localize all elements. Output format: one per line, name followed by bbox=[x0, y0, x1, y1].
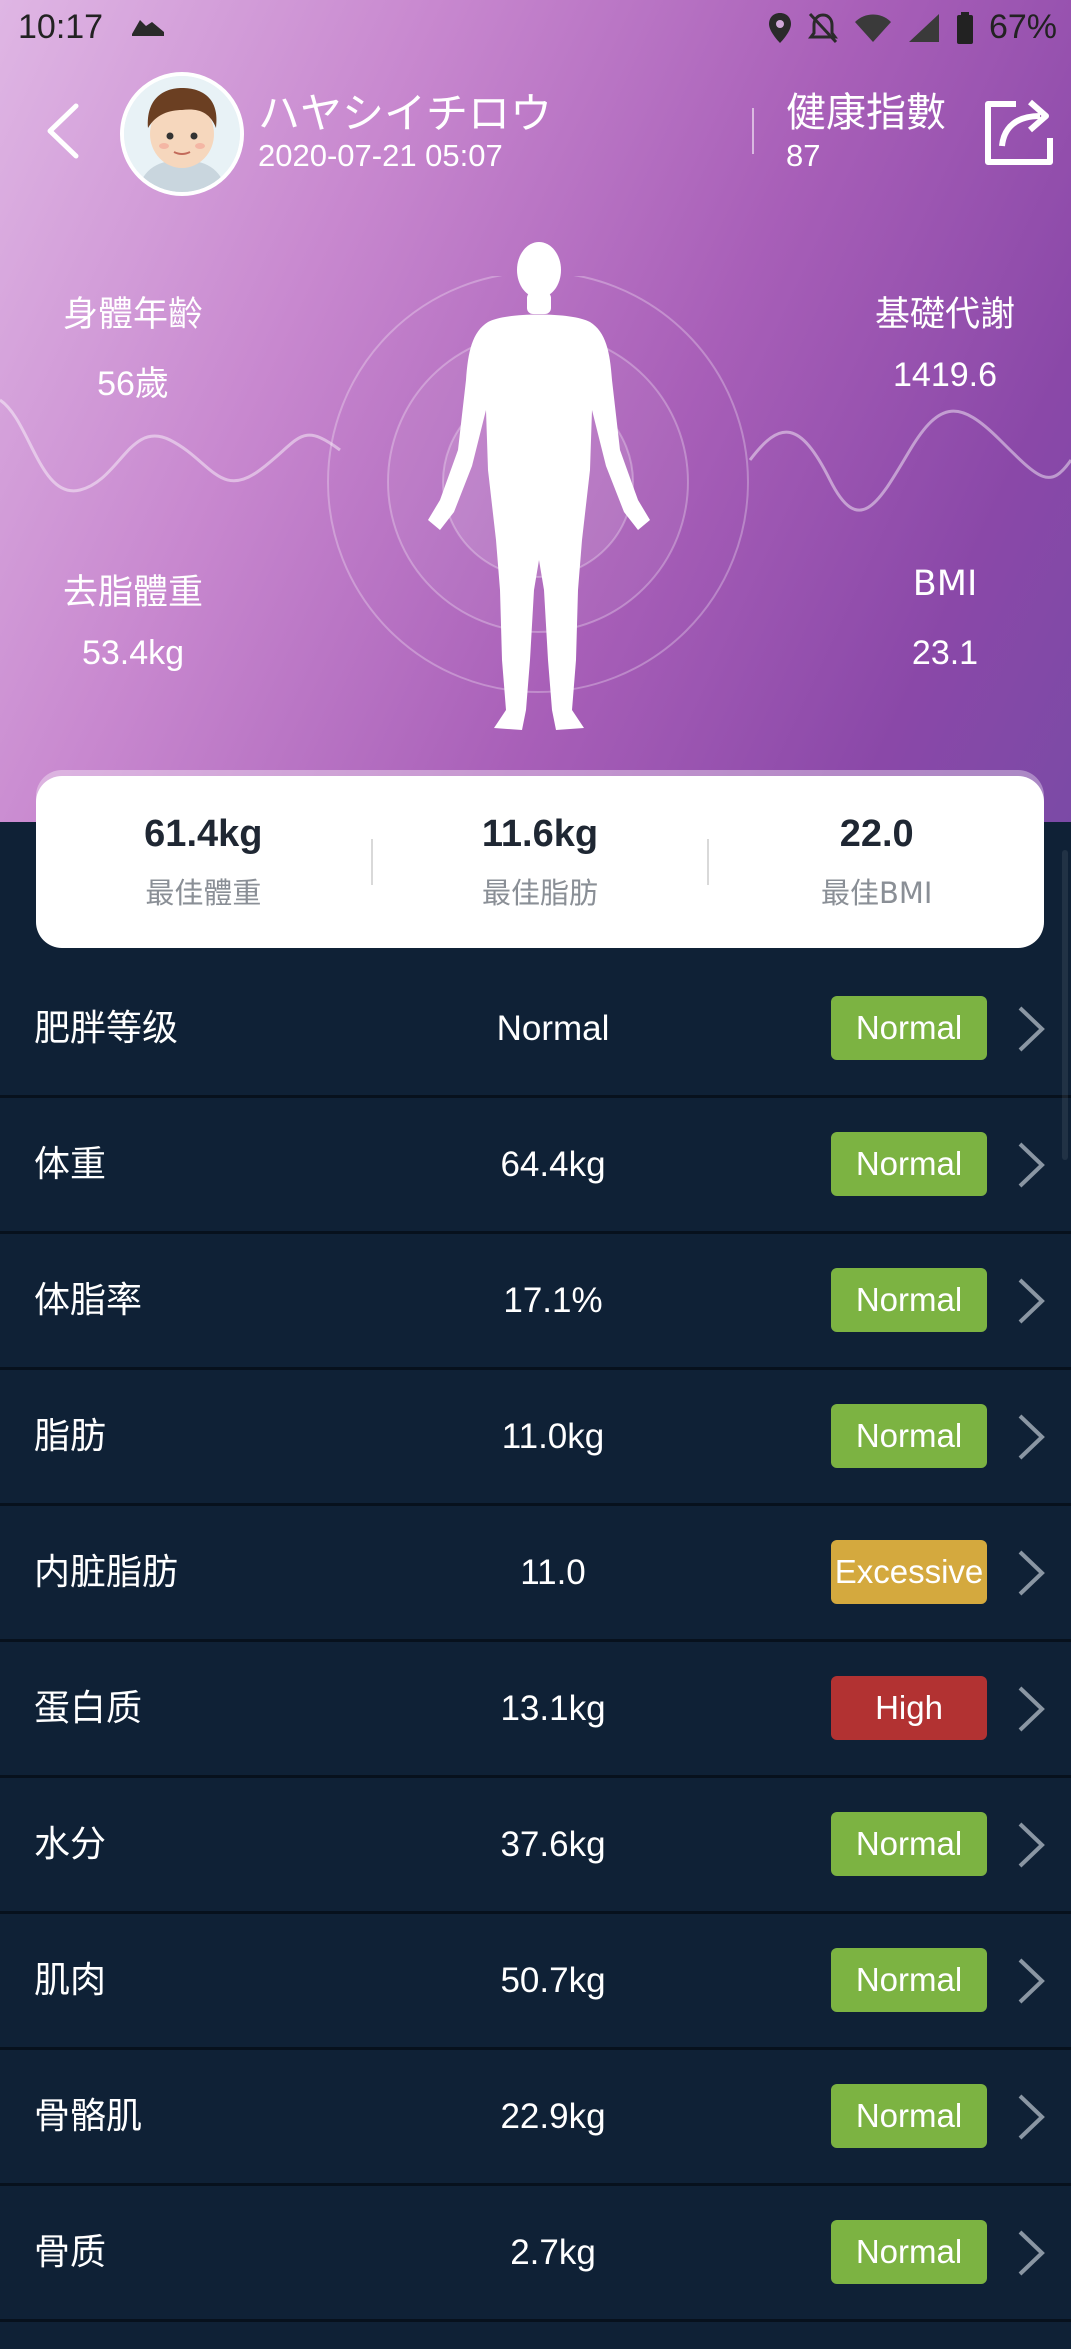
row-value: 11.0 bbox=[520, 1553, 586, 1592]
list-item[interactable]: 肌肉 50.7kg Normal bbox=[0, 1914, 1071, 2050]
list-item[interactable]: 脂肪 11.0kg Normal bbox=[0, 1370, 1071, 1506]
row-label: 骨质 bbox=[34, 2232, 107, 2273]
status-badge: Normal bbox=[831, 1268, 987, 1332]
row-label: 水分 bbox=[34, 1824, 107, 1865]
summary-label: 最佳體重 bbox=[145, 875, 262, 910]
summary-card: 61.4kg 最佳體重 11.6kg 最佳脂肪 22.0 最佳BMI bbox=[36, 776, 1044, 948]
chevron-right-icon[interactable] bbox=[1014, 1140, 1048, 1190]
body-age-label: 身體年齡 bbox=[62, 295, 203, 335]
lean-mass-value: 53.4kg bbox=[81, 634, 185, 672]
summary-label: 最佳BMI bbox=[820, 875, 933, 910]
screen: 10:17 67% ハヤシイチロウ 2020-07-21 05:07 健康指數 … bbox=[0, 0, 1071, 2349]
chevron-right-icon[interactable] bbox=[1014, 1820, 1048, 1870]
summary-best-weight: 61.4kg 最佳體重 bbox=[36, 813, 371, 912]
row-label: 内脏脂肪 bbox=[34, 1552, 179, 1593]
status-badge: Normal bbox=[831, 1812, 987, 1876]
row-value: 2.7kg bbox=[510, 2233, 596, 2272]
list-item[interactable]: 水分 37.6kg Normal bbox=[0, 1778, 1071, 1914]
list-item[interactable]: 蛋白质 13.1kg High bbox=[0, 1642, 1071, 1778]
body-silhouette-icon bbox=[428, 242, 650, 730]
chevron-right-icon[interactable] bbox=[1014, 1956, 1048, 2006]
chevron-right-icon[interactable] bbox=[1014, 1412, 1048, 1462]
row-value: 50.7kg bbox=[500, 1961, 606, 2000]
avatar-image bbox=[124, 76, 240, 192]
status-badge: Normal bbox=[831, 996, 987, 1060]
bmi-value: 23.1 bbox=[911, 634, 979, 672]
back-button[interactable] bbox=[36, 96, 96, 166]
row-label: 体脂率 bbox=[34, 1280, 143, 1321]
bmi-label: BMI bbox=[912, 564, 978, 604]
health-index-value: 87 bbox=[786, 138, 821, 173]
status-icons: 67% bbox=[767, 8, 1057, 47]
row-label: 肌肉 bbox=[34, 1960, 107, 2001]
row-value: 11.0kg bbox=[501, 1417, 605, 1456]
row-value: 22.9kg bbox=[500, 2097, 606, 2136]
list-item[interactable]: 体重 64.4kg Normal bbox=[0, 1098, 1071, 1234]
location-icon bbox=[768, 12, 791, 43]
status-badge: Normal bbox=[831, 1132, 987, 1196]
summary-value: 11.6kg bbox=[481, 812, 599, 855]
user-name: ハヤシイチロウ bbox=[258, 89, 553, 138]
status-badge: Normal bbox=[831, 2084, 987, 2148]
battery-percent: 67% bbox=[988, 8, 1057, 46]
signal-icon bbox=[908, 13, 939, 42]
summary-best-fat: 11.6kg 最佳脂肪 bbox=[373, 813, 708, 912]
chevron-right-icon[interactable] bbox=[1014, 1548, 1048, 1598]
body-age-value: 56歲 bbox=[97, 365, 169, 403]
list-item[interactable]: 肥胖等级 Normal Normal bbox=[0, 962, 1071, 1098]
row-label: 肥胖等级 bbox=[34, 1008, 179, 1049]
chevron-right-icon[interactable] bbox=[1014, 1004, 1048, 1054]
row-value: 64.4kg bbox=[500, 1145, 606, 1184]
lean-mass-label: 去脂體重 bbox=[62, 573, 203, 613]
list-item[interactable]: 内脏脂肪 11.0 Excessive bbox=[0, 1506, 1071, 1642]
list-item[interactable]: 骨质 2.7kg Normal bbox=[0, 2186, 1071, 2322]
chevron-right-icon[interactable] bbox=[1014, 2092, 1048, 2142]
chevron-right-icon[interactable] bbox=[1014, 1684, 1048, 1734]
wifi-icon bbox=[854, 14, 891, 42]
scrollbar[interactable] bbox=[1062, 850, 1068, 1160]
bmr-value: 1419.6 bbox=[893, 356, 997, 394]
avatar[interactable] bbox=[120, 72, 244, 196]
row-label: 蛋白质 bbox=[34, 1688, 143, 1729]
row-label: 体重 bbox=[34, 1144, 107, 1185]
mute-icon bbox=[807, 12, 838, 43]
row-value: 13.1kg bbox=[500, 1689, 606, 1728]
status-badge: Normal bbox=[831, 2220, 987, 2284]
status-bar: 10:17 67% bbox=[0, 0, 1071, 58]
chevron-right-icon[interactable] bbox=[1014, 2228, 1048, 2278]
bmr-label: 基礎代謝 bbox=[874, 295, 1015, 335]
summary-best-bmi: 22.0 最佳BMI bbox=[709, 813, 1044, 912]
row-label: 脂肪 bbox=[34, 1416, 107, 1457]
measurement-date: 2020-07-21 05:07 bbox=[258, 138, 503, 173]
share-icon[interactable] bbox=[980, 92, 1060, 172]
summary-value: 61.4kg bbox=[144, 812, 263, 855]
nav-divider bbox=[752, 108, 754, 154]
status-badge: Normal bbox=[831, 1948, 987, 2012]
body-composition-list: 肥胖等级 Normal Normal 体重 64.4kg Normal 体脂率 … bbox=[0, 962, 1071, 2322]
row-label: 骨骼肌 bbox=[34, 2096, 143, 2137]
status-badge: Normal bbox=[831, 1404, 987, 1468]
row-value: 37.6kg bbox=[500, 1825, 606, 1864]
battery-icon bbox=[956, 11, 973, 44]
row-value: 17.1% bbox=[503, 1281, 603, 1320]
summary-value: 22.0 bbox=[839, 812, 914, 855]
running-shoe-icon bbox=[132, 20, 164, 36]
status-badge: High bbox=[831, 1676, 987, 1740]
health-index-label: 健康指數 bbox=[786, 90, 946, 136]
summary-label: 最佳脂肪 bbox=[482, 875, 599, 910]
list-item[interactable]: 骨骼肌 22.9kg Normal bbox=[0, 2050, 1071, 2186]
status-time: 10:17 bbox=[18, 8, 104, 46]
status-badge: Excessive bbox=[831, 1540, 987, 1604]
chevron-right-icon[interactable] bbox=[1014, 1276, 1048, 1326]
list-item[interactable]: 体脂率 17.1% Normal bbox=[0, 1234, 1071, 1370]
row-value: Normal bbox=[496, 1009, 610, 1048]
